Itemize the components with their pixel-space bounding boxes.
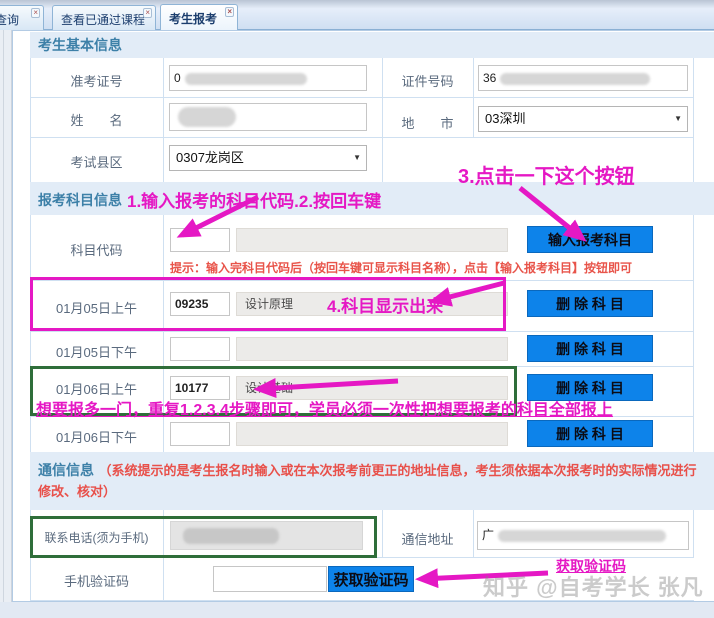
annotation-step-4: 4.科目显示出来 xyxy=(327,297,444,316)
tab-close-icon[interactable]: × xyxy=(143,8,152,18)
tab-query-label: 查询 xyxy=(0,13,20,27)
masked-value xyxy=(184,72,307,85)
county-label: 考试县区 xyxy=(70,155,123,170)
enter-subject-button[interactable]: 输入报考科目 xyxy=(527,226,653,253)
id-number-prefix: 36 xyxy=(483,71,497,85)
divider xyxy=(163,510,164,600)
admission-number-prefix: 0 xyxy=(174,71,181,85)
exam-slot-label: 01月05日上午 xyxy=(56,301,137,316)
admission-number-label: 准考证号 xyxy=(70,74,123,89)
divider xyxy=(30,280,694,281)
divider xyxy=(693,510,694,557)
county-select[interactable]: 0307龙岗区 ▼ xyxy=(169,145,367,171)
exam-slot-label: 01月05日下午 xyxy=(56,345,137,360)
divider xyxy=(30,331,694,332)
tab-registration-label: 考生报考 xyxy=(169,12,218,26)
tab-close-icon[interactable]: × xyxy=(225,7,234,17)
subject-code-input[interactable] xyxy=(170,337,230,361)
chevron-down-icon[interactable]: ▼ xyxy=(674,107,682,131)
divider xyxy=(30,137,694,138)
subject-code-input[interactable] xyxy=(170,292,230,316)
city-label: 地 市 xyxy=(401,116,454,131)
admission-number-field[interactable]: 0 xyxy=(169,65,367,91)
address-label: 通信地址 xyxy=(401,532,454,547)
delete-subject-button[interactable]: 删 除 科 目 xyxy=(527,290,653,317)
divider xyxy=(30,97,694,98)
city-select[interactable]: 03深圳 ▼ xyxy=(478,106,688,132)
tab-passed-courses-label: 查看已通过课程 xyxy=(61,13,146,27)
divider xyxy=(163,58,164,182)
masked-value xyxy=(178,107,236,127)
get-sms-code-button[interactable]: 获取验证码 xyxy=(328,566,414,592)
page-footer xyxy=(0,602,714,618)
subject-name-display xyxy=(236,228,508,252)
tab-query[interactable]: 查询 × xyxy=(0,5,44,30)
sms-code-input[interactable] xyxy=(213,566,327,592)
tab-close-icon[interactable]: × xyxy=(31,8,40,18)
annotation-repeat-steps: 想要报多一门，重复1.2.3.4步骤即可，学员必须一次性把想要报考的科目全部报上 xyxy=(36,402,613,419)
divider xyxy=(3,30,4,602)
address-field[interactable]: 广 xyxy=(477,521,689,550)
subject-code-input[interactable] xyxy=(170,228,230,252)
delete-subject-button[interactable]: 删 除 科 目 xyxy=(527,420,653,447)
tab-passed-courses[interactable]: 查看已通过课程 × xyxy=(52,5,156,30)
subject-code-input[interactable] xyxy=(170,422,230,446)
section-subjects-title: 报考科目信息 xyxy=(38,192,122,208)
divider xyxy=(473,510,474,557)
delete-subject-button[interactable]: 删 除 科 目 xyxy=(527,335,653,362)
exam-registration-screen: 查询 × 查看已通过课程 × 考生报考 × 考生基本信息 准考证号 0 证件号码… xyxy=(0,0,714,618)
sms-code-label: 手机验证码 xyxy=(63,574,129,589)
annotation-step-3: 3.点击一下这个按钮 xyxy=(458,166,635,188)
city-value: 03深圳 xyxy=(485,111,526,126)
divider xyxy=(693,58,694,182)
left-splitter[interactable] xyxy=(0,30,12,602)
chevron-down-icon[interactable]: ▼ xyxy=(353,146,361,170)
watermark: 知乎 @自考学长 张凡 xyxy=(483,575,704,600)
county-value: 0307龙岗区 xyxy=(176,150,244,165)
name-label: 姓 名 xyxy=(70,113,123,128)
subject-name-display xyxy=(236,422,508,446)
section-basic-info-header: 考生基本信息 xyxy=(30,32,714,58)
subject-code-hint: 提示：输入完科目代码后（按回车键可显示科目名称），点击【输入报考科目】按钮即可 xyxy=(170,261,633,275)
id-number-field[interactable]: 36 xyxy=(478,65,688,91)
divider xyxy=(30,366,694,367)
subject-code-label: 科目代码 xyxy=(70,243,123,258)
subject-name-display xyxy=(236,337,508,361)
section-contact-header: 通信信息 （系统提示的是考生报名时输入或在本次报考前更正的地址信息，考生须依据本… xyxy=(30,452,714,510)
masked-value xyxy=(498,529,667,542)
annotation-step-1-2: 1.输入报考的科目代码.2.按回车键 xyxy=(127,192,382,211)
address-prefix: 广 xyxy=(482,528,495,542)
masked-value xyxy=(500,72,651,85)
contact-note: （系统提示的是考生报名时输入或在本次报考前更正的地址信息，考生须依据本次报考时的… xyxy=(38,463,697,499)
name-field[interactable] xyxy=(169,103,367,131)
section-basic-info-title: 考生基本信息 xyxy=(38,37,122,53)
phone-field[interactable] xyxy=(170,521,363,550)
section-contact-title: 通信信息 xyxy=(38,462,94,478)
tab-registration[interactable]: 考生报考 × xyxy=(160,4,238,30)
id-number-label: 证件号码 xyxy=(401,74,454,89)
exam-slot-label: 01月06日下午 xyxy=(56,430,137,445)
tab-bar: 查询 × 查看已通过课程 × 考生报考 × xyxy=(0,0,714,30)
masked-value xyxy=(183,528,279,545)
phone-label: 联系电话(须为手机) xyxy=(44,531,149,545)
